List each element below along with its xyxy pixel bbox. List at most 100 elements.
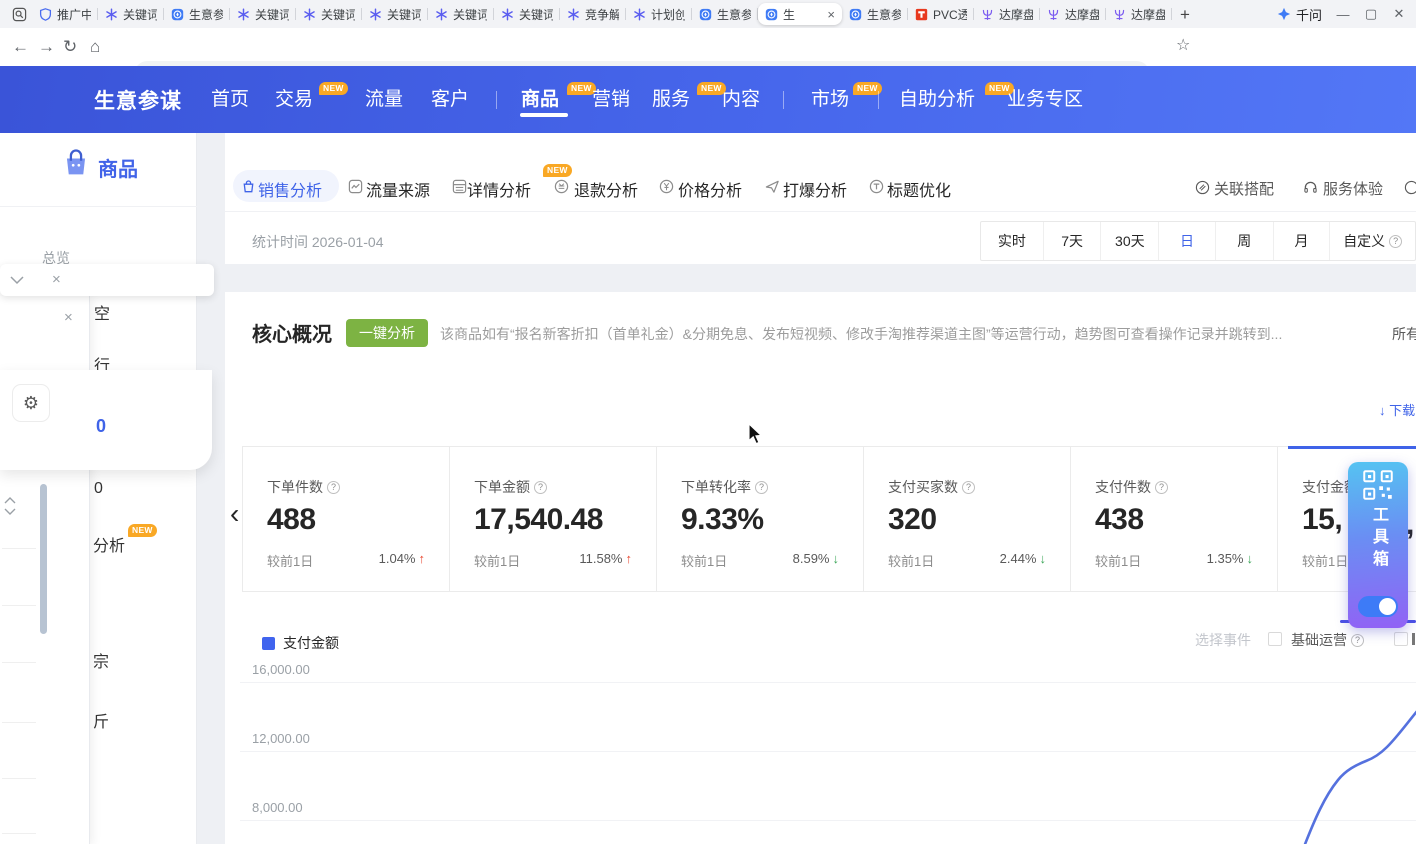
forward-icon[interactable]: → [38, 37, 55, 57]
nav-content[interactable]: 内容 [722, 87, 760, 113]
browser-tab[interactable]: 达摩盘 [1106, 3, 1172, 25]
date-option-day[interactable]: 日 [1158, 222, 1215, 260]
maximize-button[interactable]: ▢ [1364, 6, 1378, 22]
browser-tab[interactable]: PVC透 [908, 3, 974, 25]
metric-card-order-amount[interactable]: 下单金额? 17,540.48 较前1日11.58%↑ [450, 447, 657, 591]
close-icon[interactable]: × [64, 310, 73, 325]
browser-tab[interactable]: 计划创 [626, 3, 692, 25]
sycm-brand[interactable]: 生意参谋 [94, 85, 182, 115]
event-checkbox[interactable] [1268, 632, 1282, 646]
help-icon[interactable]: ? [1155, 481, 1168, 494]
browser-tab[interactable]: 竞争解 [560, 3, 626, 25]
help-icon[interactable]: ? [755, 481, 768, 494]
close-icon[interactable]: × [52, 272, 61, 287]
browser-tab[interactable]: 生意参 [692, 3, 758, 25]
traffic-source-icon [348, 179, 363, 194]
browser-tab-active[interactable]: 生× [758, 3, 842, 25]
sidebar-item-fragment[interactable]: 0 [94, 480, 103, 498]
trend-line-chart[interactable] [240, 650, 1416, 844]
help-icon[interactable]: ? [534, 481, 547, 494]
metric-card-order-items[interactable]: 下单件数? 488 较前1日1.04%↑ [243, 447, 450, 591]
nav-service[interactable]: 服务 [652, 87, 690, 113]
one-click-analyze-button[interactable]: 一键分析 [346, 319, 428, 347]
sidebar-item-fragment[interactable]: 斤 [93, 708, 109, 732]
browser-tab[interactable]: 生意参 [842, 3, 908, 25]
nav-marketing[interactable]: 营销 [592, 87, 630, 113]
tab-hot-analysis[interactable]: 打爆分析 [783, 177, 847, 201]
down-arrow-icon: ↓ [1040, 551, 1047, 566]
toolbox-widget[interactable]: 工具箱 [1348, 462, 1408, 628]
event-checkbox[interactable] [1394, 632, 1408, 646]
tab-detail-analysis[interactable]: 详情分析 [467, 177, 531, 201]
date-option-week[interactable]: 周 [1215, 222, 1273, 260]
nav-market[interactable]: 市场 [811, 87, 849, 113]
browser-tab[interactable]: 关键词 [362, 3, 428, 25]
nav-self-analysis[interactable]: 自助分析 [899, 87, 975, 113]
section-title: 核心概况 [252, 318, 332, 347]
help-icon[interactable]: ? [962, 481, 975, 494]
home-icon[interactable]: ⌂ [90, 37, 100, 57]
help-icon[interactable]: ? [1389, 235, 1402, 248]
tab-close-icon[interactable]: × [827, 8, 835, 21]
browser-tab[interactable]: 推广中 [32, 3, 98, 25]
sidebar-item-fragment[interactable]: 宗 [93, 648, 109, 672]
date-option-7d[interactable]: 7天 [1043, 222, 1101, 260]
download-link[interactable]: ↓ 下载 [1379, 400, 1416, 419]
browser-tab[interactable]: 关键词 [494, 3, 560, 25]
date-option-month[interactable]: 月 [1273, 222, 1330, 260]
help-icon[interactable]: ? [327, 481, 340, 494]
link-match-combo[interactable]: 关联搭配 [1214, 178, 1274, 199]
date-option-custom[interactable]: 自定义? [1329, 222, 1415, 260]
help-icon[interactable]: ? [1351, 634, 1364, 647]
browser-tab[interactable]: 达摩盘 [1040, 3, 1106, 25]
scrollbar-thumb[interactable] [40, 484, 47, 634]
nav-traffic[interactable]: 流量 [365, 87, 403, 113]
metric-card-conversion[interactable]: 下单转化率? 9.33% 较前1日8.59%↓ [657, 447, 864, 591]
tab-title-optimize[interactable]: 标题优化 [887, 177, 951, 201]
sidebar-item-fragment[interactable]: 分析 [93, 532, 125, 556]
tab-traffic-source[interactable]: 流量来源 [366, 177, 430, 201]
metric-card-pay-items[interactable]: 支付件数? 438 较前1日1.35%↓ [1071, 447, 1278, 591]
cards-scroll-left-icon[interactable]: ‹ [230, 500, 239, 528]
sycm-icon [699, 8, 712, 21]
chevron-down-icon[interactable] [10, 276, 24, 285]
date-option-realtime[interactable]: 实时 [981, 222, 1043, 260]
metric-card-pay-buyers[interactable]: 支付买家数? 320 较前1日2.44%↓ [864, 447, 1071, 591]
subnav-divider [225, 211, 1416, 212]
nav-customer[interactable]: 客户 [431, 87, 469, 113]
browser-tab[interactable]: 生意参 [164, 3, 230, 25]
tab-price-analysis[interactable]: 价格分析 [678, 177, 742, 201]
sidebar-item-fragment[interactable]: 空 [94, 300, 110, 324]
gear-icon[interactable]: ⚙ [12, 384, 50, 422]
back-icon[interactable]: ← [12, 37, 29, 57]
browser-brand[interactable]: 千问 [1277, 5, 1322, 24]
nav-home[interactable]: 首页 [211, 87, 249, 113]
minimize-button[interactable]: — [1336, 7, 1350, 22]
date-option-30d[interactable]: 30天 [1100, 222, 1158, 260]
sidebar-separator [0, 206, 197, 207]
nav-trade[interactable]: 交易 [275, 87, 313, 113]
metric-value: 488 [267, 503, 425, 537]
tab-sales-analysis[interactable]: 销售分析 [258, 177, 322, 201]
tab-refund-analysis[interactable]: 退款分析 [574, 177, 638, 201]
browser-tab[interactable]: 关键词 [296, 3, 362, 25]
nav-item-active[interactable]: 商品 [521, 87, 559, 113]
bookmark-star-icon[interactable]: ☆ [1176, 36, 1190, 56]
toolbox-toggle[interactable] [1358, 596, 1398, 617]
chevron-down-icon[interactable] [4, 508, 16, 516]
browser-tab[interactable]: 关键词 [428, 3, 494, 25]
browser-tab[interactable]: 达摩盘 [974, 3, 1040, 25]
browser-tab[interactable]: 关键词 [98, 3, 164, 25]
chevron-up-icon[interactable] [4, 496, 16, 504]
new-tab-button[interactable]: + [1180, 6, 1190, 23]
tab-search-button[interactable] [6, 3, 32, 25]
event-option-label[interactable]: 基础运营? [1291, 630, 1364, 650]
browser-tab[interactable]: 关键词 [230, 3, 296, 25]
link-service-experience[interactable]: 服务体验 [1323, 178, 1383, 199]
sidebar-selected-fragment[interactable]: 0 [96, 416, 106, 437]
nav-business-zone[interactable]: 业务专区 [1007, 87, 1083, 113]
close-button[interactable]: ✕ [1392, 6, 1406, 22]
sidebar-title: 商品 [98, 153, 138, 182]
reload-icon[interactable]: ↻ [63, 37, 77, 57]
clipped-right-link[interactable]: 所有 [1392, 324, 1416, 344]
